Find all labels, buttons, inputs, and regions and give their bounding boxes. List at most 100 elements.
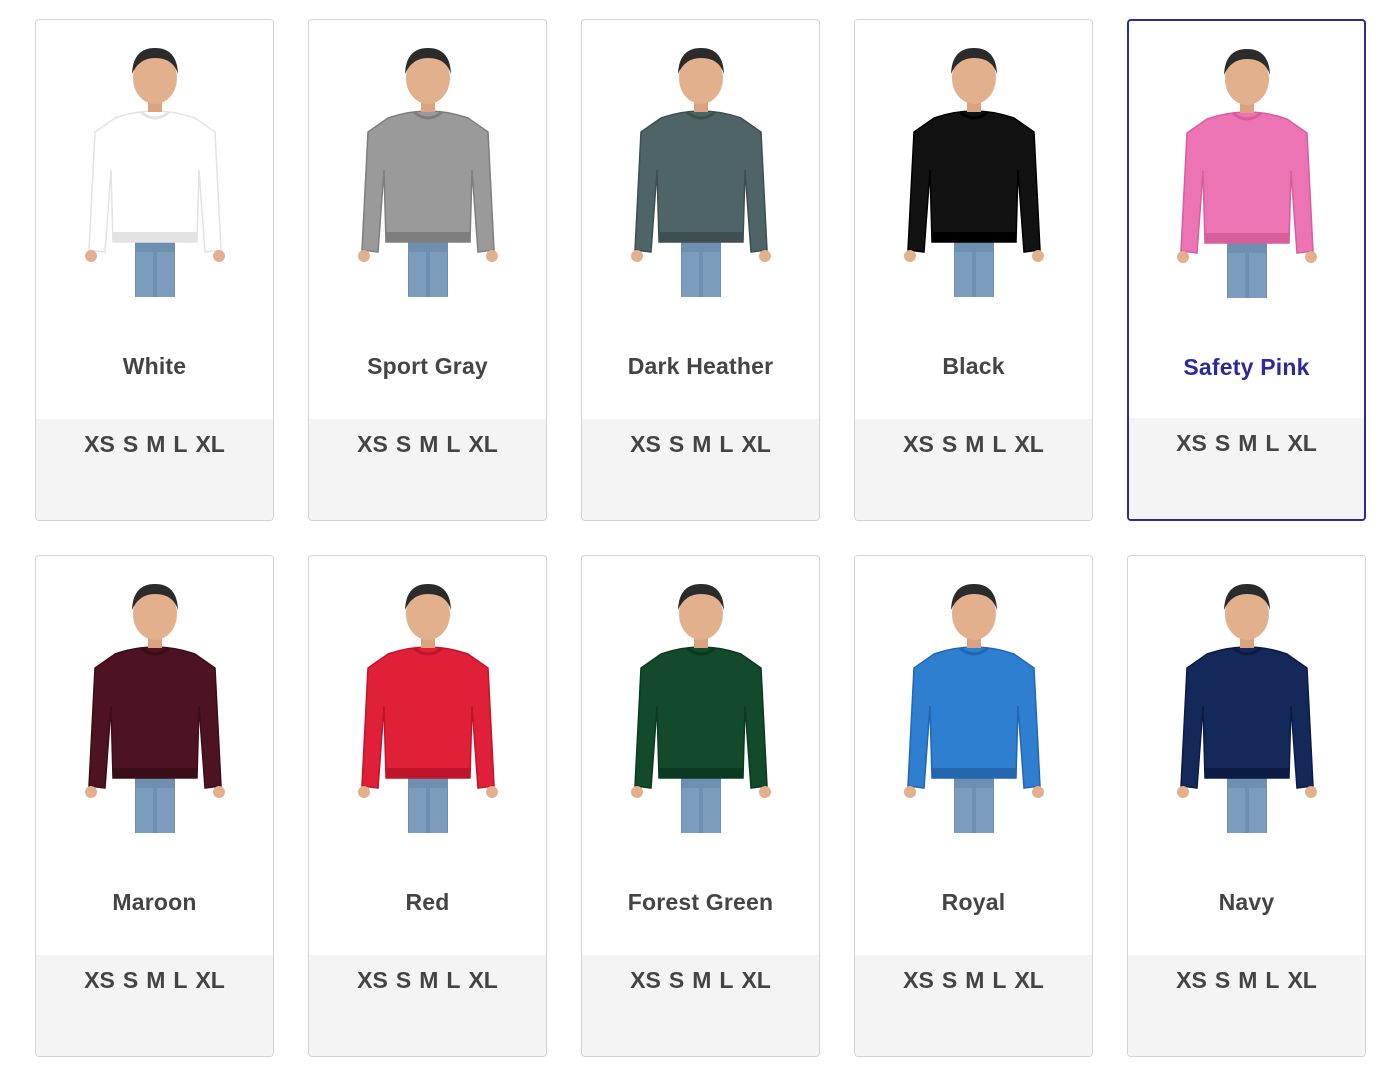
size-option[interactable]: M [692, 967, 711, 994]
size-option[interactable]: S [123, 431, 138, 458]
product-photo [309, 20, 546, 310]
size-list: XS S M L XL [309, 955, 546, 1056]
model-sweatshirt-image [630, 48, 771, 297]
size-option[interactable]: S [123, 967, 138, 994]
size-list: XS S M L XL [36, 419, 273, 520]
color-name-label: Dark Heather [627, 353, 774, 379]
product-photo [582, 556, 819, 846]
color-name-label: Safety Pink [1183, 354, 1310, 380]
size-option[interactable]: XS [357, 431, 388, 458]
size-list: XS S M L XL [1129, 418, 1364, 519]
size-option[interactable]: L [173, 967, 187, 994]
size-option[interactable]: L [1265, 967, 1279, 994]
product-photo [855, 556, 1092, 846]
size-option[interactable]: S [942, 431, 957, 458]
size-option[interactable]: XL [468, 967, 497, 994]
product-photo [1129, 21, 1364, 311]
size-option[interactable]: M [146, 967, 165, 994]
size-option[interactable]: M [146, 431, 165, 458]
color-name-label: Red [405, 889, 450, 915]
size-option[interactable]: XS [357, 967, 388, 994]
color-name-label: Sport Gray [367, 353, 488, 379]
color-swatch-card[interactable]: Maroon XS S M L XL [35, 555, 274, 1057]
product-photo [36, 20, 273, 310]
size-option[interactable]: XL [1014, 431, 1043, 458]
color-name-label: Navy [1218, 889, 1275, 915]
size-list: XS S M L XL [855, 955, 1092, 1056]
model-sweatshirt-image [903, 48, 1044, 297]
size-option[interactable]: L [173, 431, 187, 458]
size-list: XS S M L XL [582, 419, 819, 520]
product-photo [309, 556, 546, 846]
size-list: XS S M L XL [855, 419, 1092, 520]
product-photo [36, 556, 273, 846]
color-swatch-card[interactable]: Royal XS S M L XL [854, 555, 1093, 1057]
size-option[interactable]: L [992, 967, 1006, 994]
size-option[interactable]: XS [84, 431, 115, 458]
size-option[interactable]: S [669, 967, 684, 994]
size-option[interactable]: L [992, 431, 1006, 458]
size-option[interactable]: S [669, 431, 684, 458]
size-option[interactable]: M [1238, 430, 1257, 457]
size-option[interactable]: XL [1287, 967, 1316, 994]
size-option[interactable]: M [965, 431, 984, 458]
color-name-label: Black [942, 353, 1005, 379]
size-option[interactable]: XL [195, 967, 224, 994]
product-photo [1128, 556, 1365, 846]
product-photo [582, 20, 819, 310]
size-option[interactable]: S [1215, 430, 1230, 457]
color-swatch-card[interactable]: Safety Pink XS S M L XL [1127, 19, 1366, 521]
color-swatch-card[interactable]: Red XS S M L XL [308, 555, 547, 1057]
size-option[interactable]: S [942, 967, 957, 994]
model-sweatshirt-image [84, 584, 225, 833]
size-option[interactable]: XS [630, 967, 661, 994]
color-swatch-card[interactable]: Navy XS S M L XL [1127, 555, 1366, 1057]
color-swatch-card[interactable]: White XS S M L XL [35, 19, 274, 521]
size-option[interactable]: XS [84, 967, 115, 994]
size-option[interactable]: L [719, 967, 733, 994]
size-list: XS S M L XL [309, 419, 546, 520]
size-option[interactable]: XL [195, 431, 224, 458]
model-sweatshirt-image [84, 48, 225, 297]
color-name-label: Maroon [112, 889, 197, 915]
size-option[interactable]: M [965, 967, 984, 994]
size-option[interactable]: L [719, 431, 733, 458]
size-option[interactable]: M [692, 431, 711, 458]
size-option[interactable]: S [396, 967, 411, 994]
model-sweatshirt-image [357, 48, 498, 297]
size-option[interactable]: M [419, 431, 438, 458]
size-list: XS S M L XL [1128, 955, 1365, 1056]
size-option[interactable]: XS [903, 967, 934, 994]
color-name-label: Forest Green [627, 889, 774, 915]
model-sweatshirt-image [630, 584, 771, 833]
size-option[interactable]: L [446, 431, 460, 458]
size-option[interactable]: XL [741, 431, 770, 458]
size-option[interactable]: M [1238, 967, 1257, 994]
color-name-label: White [122, 353, 187, 379]
size-option[interactable]: XL [1287, 430, 1316, 457]
color-swatch-card[interactable]: Dark Heather XS S M L XL [581, 19, 820, 521]
color-swatch-card[interactable]: Forest Green XS S M L XL [581, 555, 820, 1057]
size-option[interactable]: XL [468, 431, 497, 458]
size-option[interactable]: XS [1176, 430, 1207, 457]
color-swatch-card[interactable]: Sport Gray XS S M L XL [308, 19, 547, 521]
size-option[interactable]: S [1215, 967, 1230, 994]
size-option[interactable]: XS [903, 431, 934, 458]
size-option[interactable]: XS [1176, 967, 1207, 994]
size-option[interactable]: L [1265, 430, 1279, 457]
size-option[interactable]: L [446, 967, 460, 994]
size-option[interactable]: XL [741, 967, 770, 994]
color-swatch-card[interactable]: Black XS S M L XL [854, 19, 1093, 521]
model-sweatshirt-image [1176, 49, 1317, 298]
model-sweatshirt-image [1176, 584, 1317, 833]
model-sweatshirt-image [357, 584, 498, 833]
size-option[interactable]: XS [630, 431, 661, 458]
size-option[interactable]: M [419, 967, 438, 994]
product-photo [855, 20, 1092, 310]
size-option[interactable]: XL [1014, 967, 1043, 994]
model-sweatshirt-image [903, 584, 1044, 833]
size-option[interactable]: S [396, 431, 411, 458]
size-list: XS S M L XL [582, 955, 819, 1056]
color-name-label: Royal [941, 889, 1006, 915]
size-list: XS S M L XL [36, 955, 273, 1056]
